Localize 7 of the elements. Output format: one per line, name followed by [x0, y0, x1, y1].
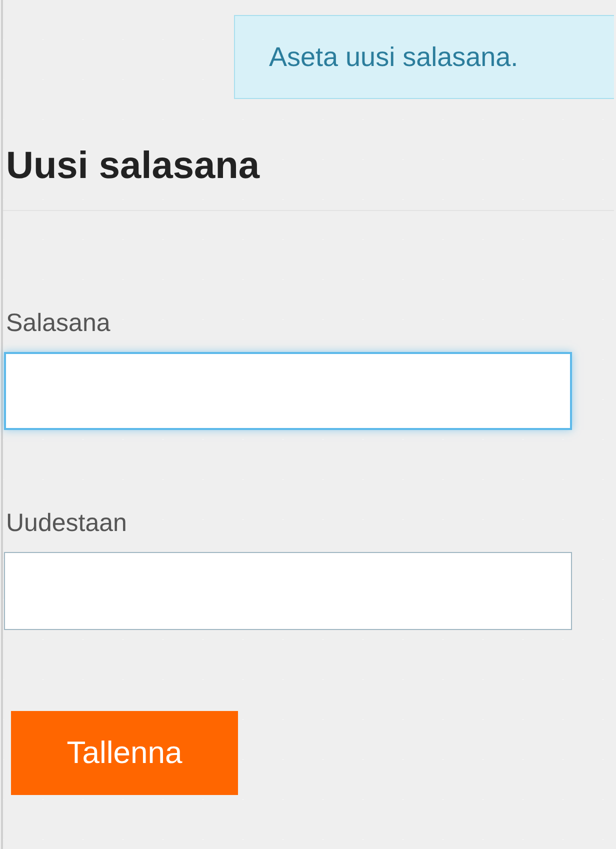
notice-message: Aseta uusi salasana. [234, 15, 614, 99]
field-label: Uudestaan [6, 509, 128, 538]
save-button[interactable]: Tallenna [11, 711, 238, 795]
field-label: Salasana [6, 309, 112, 338]
password-field[interactable] [4, 552, 572, 630]
page-heading: Uusi salasana [6, 145, 261, 188]
password-field[interactable] [4, 352, 572, 430]
